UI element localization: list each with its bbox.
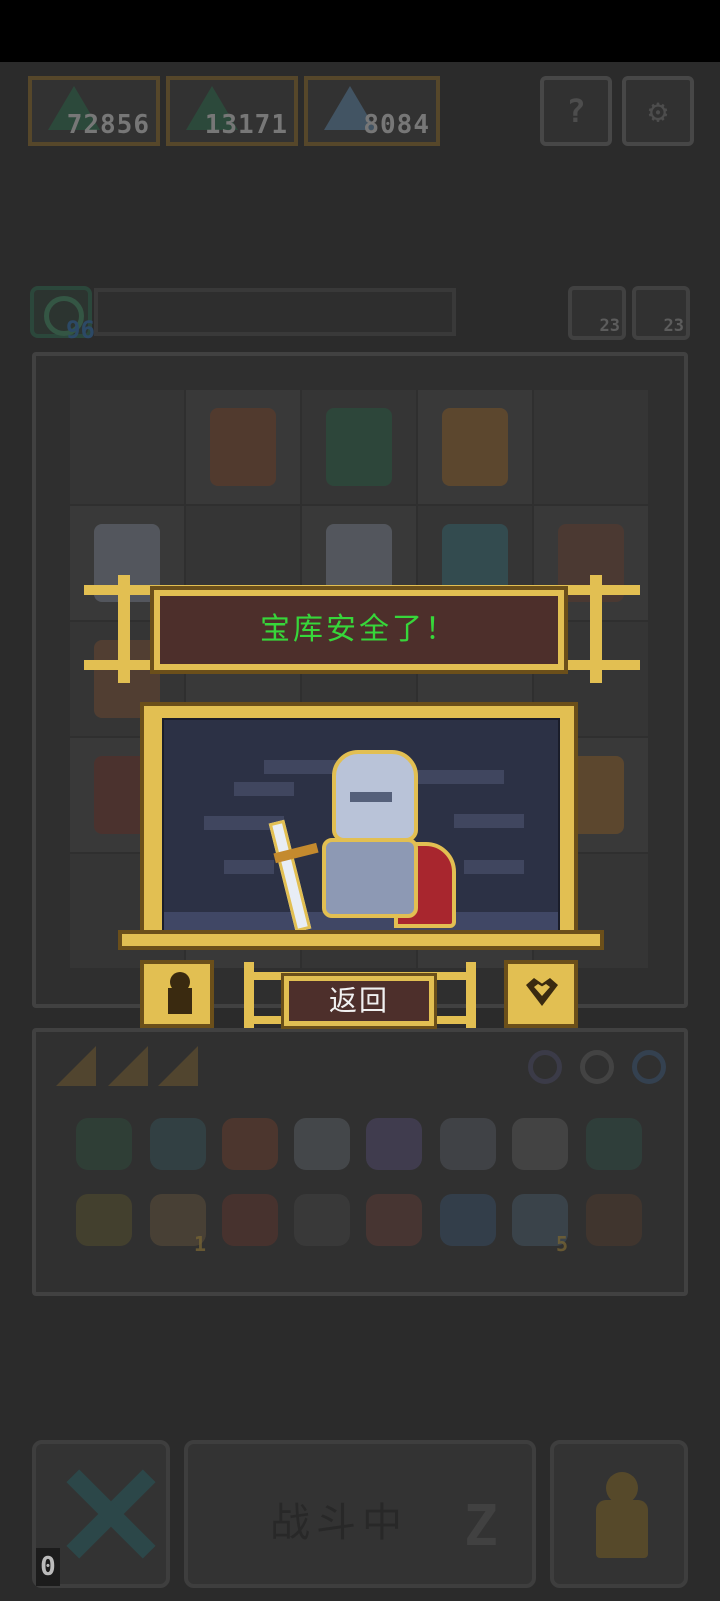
dialog-title: 宝库安全了！ — [260, 612, 458, 647]
banner-post-left — [118, 575, 130, 683]
knight-icon — [268, 750, 464, 932]
return-post-left — [244, 962, 254, 1028]
keyhole-icon — [168, 972, 192, 1014]
status-bar — [0, 0, 720, 62]
knight-scene — [162, 718, 560, 934]
banner-post-right — [590, 575, 602, 683]
dialog-title-banner: 宝库安全了！ — [150, 586, 568, 674]
return-button[interactable]: 返回 — [281, 973, 437, 1029]
sword-icon — [268, 819, 312, 932]
picture-base — [118, 930, 604, 950]
dialog-picture-frame — [140, 702, 578, 946]
return-post-right — [466, 962, 476, 1028]
keyhole-button[interactable] — [140, 960, 214, 1028]
favorite-button[interactable] — [504, 960, 578, 1028]
